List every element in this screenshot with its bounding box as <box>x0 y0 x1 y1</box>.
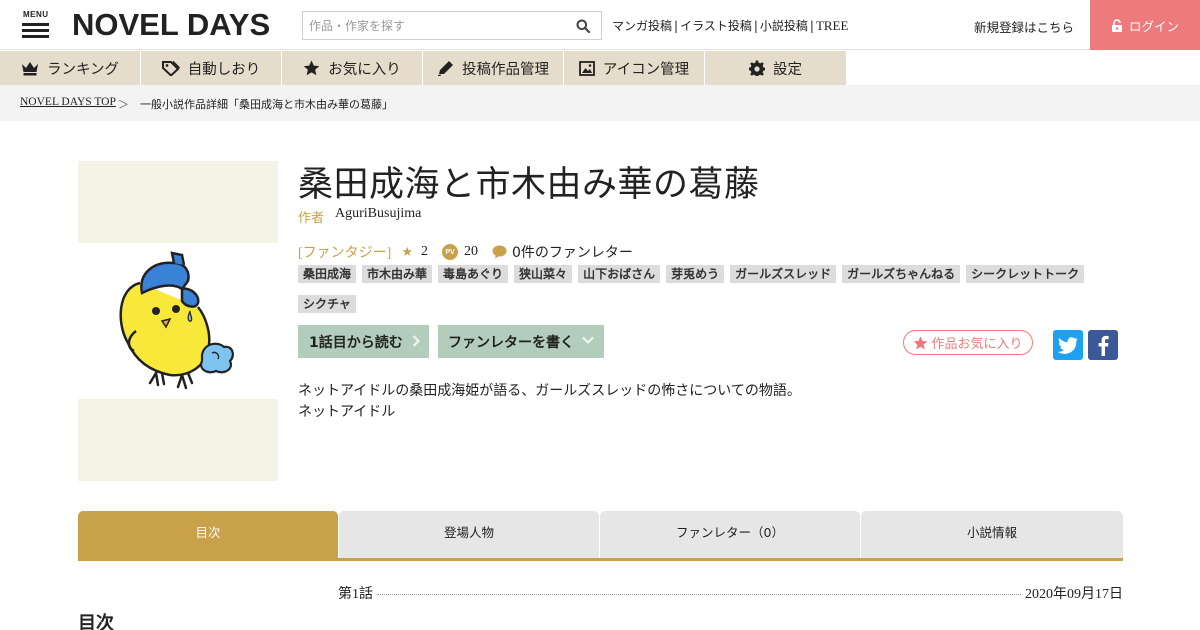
star-icon <box>914 335 928 349</box>
star-icon: ★ <box>401 244 413 260</box>
episode-row[interactable]: 第1話 2020年09月17日 <box>338 584 1123 602</box>
tag[interactable]: 毒島あぐり <box>438 265 509 283</box>
post-links: マンガ投稿 | イラスト投稿 | 小説投稿 | TREE <box>612 17 848 34</box>
fan-letter-count: 0件のファンレター <box>511 245 633 261</box>
tab-characters[interactable]: 登場人物 <box>339 511 599 558</box>
author-label: 作者 <box>298 211 325 226</box>
link-separator: | <box>809 19 814 33</box>
tag[interactable]: 桑田成海 <box>298 265 357 283</box>
image-icon <box>578 60 595 76</box>
pen-icon <box>437 61 453 76</box>
tree-link[interactable]: TREE <box>816 18 849 33</box>
nav-item-favorites[interactable]: お気に入り <box>282 51 423 85</box>
tag[interactable]: 市木由み華 <box>362 265 433 283</box>
tag[interactable]: シークレットトーク <box>966 265 1085 283</box>
favorite-work-label: 作品お気に入り <box>931 337 1023 352</box>
crown-icon <box>21 61 38 75</box>
breadcrumb: NOVEL DAYS TOP ＞ 一般小説作品詳細「桑田成海と市木由み華の葛藤」 <box>0 85 1200 121</box>
episode-date: 2020年09月17日 <box>1025 587 1123 602</box>
nav-item-label: アイコン管理 <box>602 61 690 78</box>
tag-list: 桑田成海 市木由み華 毒島あぐり 狭山菜々 山下おばさん 芽兎めう ガールズスレ… <box>298 264 1098 324</box>
site-logo[interactable]: NOVEL DAYS <box>72 9 270 39</box>
summary-line: ネットアイドル <box>298 404 396 420</box>
search-box <box>302 11 602 40</box>
facebook-icon <box>1098 335 1109 356</box>
chevron-down-icon <box>582 336 594 345</box>
link-separator: | <box>674 19 679 33</box>
share-facebook-button[interactable] <box>1088 330 1118 360</box>
nav-item-label: ランキング <box>46 61 120 78</box>
work-title: 桑田成海と市木由み華の葛藤 <box>298 165 760 205</box>
illust-post-link[interactable]: イラスト投稿 <box>680 19 752 33</box>
gear-icon <box>749 60 765 76</box>
share-twitter-button[interactable] <box>1053 330 1083 360</box>
breadcrumb-current: 一般小説作品詳細「桑田成海と市木由み華の葛藤」 <box>140 98 393 111</box>
login-label: ログイン <box>1128 18 1179 34</box>
episode-title: 第1話 <box>338 587 373 602</box>
pv-count: 20 <box>463 244 478 259</box>
nav-item-auto-bookmark[interactable]: 自動しおり <box>141 51 282 85</box>
star-icon <box>303 60 320 76</box>
bookmark-tag-icon <box>161 60 180 76</box>
hamburger-icon-bar <box>22 35 49 38</box>
speech-bubble-icon <box>492 245 507 259</box>
cover-frame <box>78 161 278 481</box>
manga-post-link[interactable]: マンガ投稿 <box>612 19 672 33</box>
link-separator: | <box>753 19 758 33</box>
menu-button[interactable]: MENU <box>22 10 50 40</box>
nav-item-label: 設定 <box>773 61 802 78</box>
twitter-icon <box>1058 336 1078 354</box>
chick-mascot-illustration <box>119 251 234 390</box>
nav-item-ranking[interactable]: ランキング <box>0 51 141 85</box>
search-input[interactable] <box>303 12 565 39</box>
tab-table-of-contents[interactable]: 目次 <box>78 511 338 558</box>
register-link[interactable]: 新規登録はこちら <box>974 17 1074 36</box>
nav-item-label: 投稿作品管理 <box>462 61 549 78</box>
hamburger-icon <box>22 23 49 26</box>
work-tabs: 目次 登場人物 ファンレター（0） 小説情報 <box>78 511 1123 561</box>
tag[interactable]: ガールズちゃんねる <box>842 265 961 283</box>
summary-line: ネットアイドルの桑田成海姫が語る、ガールズスレッドの怖さについての物語。 <box>298 383 801 399</box>
tag[interactable]: ガールズスレッド <box>730 265 837 283</box>
search-icon <box>576 19 590 33</box>
work-meta: [ファンタジー] ★ 2 PV 20 0件のファンレター <box>298 242 633 262</box>
genre-link[interactable]: [ファンタジー] <box>298 242 391 262</box>
pv-icon: PV <box>441 244 458 260</box>
tag[interactable]: 山下おばさん <box>578 265 661 283</box>
leader-dots <box>377 593 1021 595</box>
work-summary: ネットアイドルの桑田成海姫が語る、ガールズスレッドの怖さについての物語。 ネット… <box>298 381 801 423</box>
site-header: MENU NOVEL DAYS マンガ投稿|イラスト投稿|小説投稿|TREE 新… <box>0 0 1200 50</box>
tab-novel-info[interactable]: 小説情報 <box>861 511 1123 558</box>
nav-item-label: 自動しおり <box>187 61 261 78</box>
main-nav: ランキング 自動しおり お気に入り 投稿作品管理 アイコン管理 設定 <box>0 51 846 85</box>
favorite-work-button[interactable]: 作品お気に入り <box>903 330 1033 355</box>
lock-icon <box>1111 18 1122 32</box>
toc-heading: 目次 <box>78 613 114 630</box>
nav-item-manage-works[interactable]: 投稿作品管理 <box>423 51 564 85</box>
write-fan-letter-button[interactable]: ファンレターを書く <box>438 325 604 358</box>
nav-item-label: お気に入り <box>328 61 401 78</box>
read-first-episode-button[interactable]: 1話目から読む <box>298 325 429 358</box>
star-count: 2 <box>420 244 428 259</box>
tab-fan-letters[interactable]: ファンレター（0） <box>600 511 860 558</box>
breadcrumb-separator: ＞ <box>118 98 129 111</box>
read-first-episode-label: 1話目から読む <box>309 334 403 351</box>
novel-post-link[interactable]: 小説投稿 <box>760 19 808 33</box>
menu-label: MENU <box>23 10 49 19</box>
hamburger-icon-bar <box>22 29 49 32</box>
cover-image[interactable] <box>78 243 278 399</box>
nav-item-settings[interactable]: 設定 <box>705 51 846 85</box>
search-button[interactable] <box>565 12 601 39</box>
nav-item-manage-icons[interactable]: アイコン管理 <box>564 51 705 85</box>
chevron-right-icon <box>412 335 420 347</box>
tag[interactable]: 芽兎めう <box>666 265 725 283</box>
write-fan-letter-label: ファンレターを書く <box>448 334 574 351</box>
breadcrumb-home-link[interactable]: NOVEL DAYS TOP <box>20 96 116 108</box>
author-link[interactable]: AguriBusujima <box>335 206 421 222</box>
tag[interactable]: シクチャ <box>298 295 356 313</box>
login-button[interactable]: ログイン <box>1090 0 1200 50</box>
tag[interactable]: 狭山菜々 <box>514 265 573 283</box>
